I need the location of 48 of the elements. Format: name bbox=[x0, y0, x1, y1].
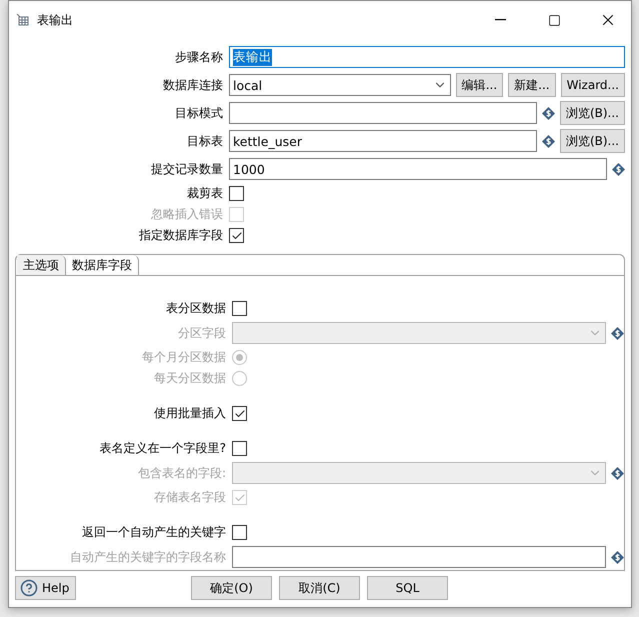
dialog-button[interactable]: SQL bbox=[367, 576, 448, 600]
field-label: 表名定义在一个字段里? bbox=[98, 440, 226, 457]
help-button[interactable]: Help bbox=[15, 576, 76, 600]
tab[interactable]: 主选项 bbox=[17, 255, 66, 275]
text-field[interactable]: 表输出 bbox=[229, 46, 625, 68]
checkbox[interactable] bbox=[232, 406, 247, 421]
field-label: 每天分区数据 bbox=[153, 370, 226, 387]
field-label: 数据库连接 bbox=[162, 76, 223, 94]
field-label: 目标模式 bbox=[174, 104, 223, 122]
field-label: 步骤名称 bbox=[174, 48, 223, 66]
field-label: 存储表名字段 bbox=[153, 489, 226, 506]
field-label: 使用批量插入 bbox=[153, 405, 226, 422]
maximize-icon bbox=[548, 14, 560, 26]
window-title: 表输出 bbox=[37, 12, 74, 28]
action-button[interactable]: 浏览(B)... bbox=[560, 129, 625, 153]
text-field[interactable]: 1000 bbox=[229, 158, 607, 180]
field-label: 裁剪表 bbox=[186, 185, 223, 202]
table-icon bbox=[17, 14, 29, 26]
text-field[interactable] bbox=[232, 546, 606, 568]
text-field[interactable]: kettle_user bbox=[229, 130, 537, 152]
field-label: 提交记录数量 bbox=[150, 160, 223, 178]
text-field[interactable] bbox=[229, 102, 537, 124]
checkbox[interactable] bbox=[229, 186, 244, 201]
field-label: 忽略插入错误 bbox=[150, 206, 223, 223]
field-label: 自动产生的关键字的字段名称 bbox=[69, 548, 226, 566]
field-label: 指定数据库字段 bbox=[138, 227, 223, 244]
field-label: 目标表 bbox=[186, 132, 223, 150]
dialog-button[interactable]: 确定(O) bbox=[191, 576, 272, 600]
dialog-button[interactable]: 取消(C) bbox=[279, 576, 360, 600]
help-icon bbox=[20, 579, 38, 597]
check-icon bbox=[234, 492, 246, 504]
checkbox[interactable] bbox=[232, 301, 247, 316]
checkbox[interactable] bbox=[232, 441, 247, 456]
field-label: 每个月分区数据 bbox=[141, 349, 226, 366]
check-icon bbox=[234, 408, 246, 420]
field-label: 返回一个自动产生的关键字 bbox=[81, 524, 226, 541]
action-button[interactable]: Wizard... bbox=[560, 73, 625, 97]
minimize-icon bbox=[494, 19, 506, 21]
dropdown[interactable]: local bbox=[229, 74, 451, 96]
action-button[interactable]: 浏览(B)... bbox=[560, 101, 625, 125]
action-button[interactable]: 编辑... bbox=[456, 73, 504, 97]
field-label: 表分区数据 bbox=[165, 300, 226, 317]
checkbox[interactable] bbox=[232, 525, 247, 540]
checkbox[interactable] bbox=[229, 228, 244, 243]
field-label: 包含表名的字段: bbox=[136, 464, 226, 482]
check-icon bbox=[230, 230, 242, 242]
field-label: 分区字段 bbox=[177, 324, 226, 342]
action-button[interactable]: 新建... bbox=[508, 73, 556, 97]
